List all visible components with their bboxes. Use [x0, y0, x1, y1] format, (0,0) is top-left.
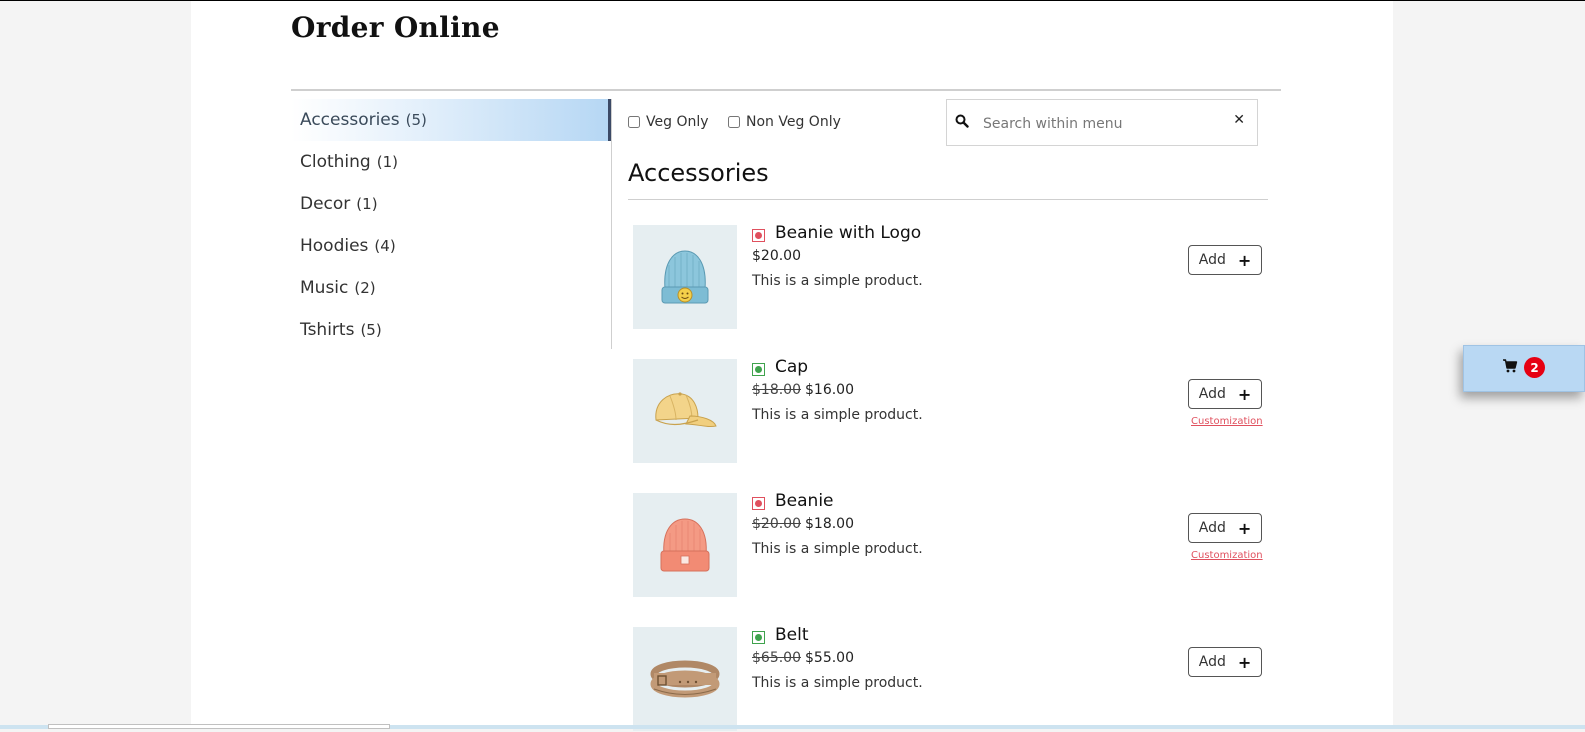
product-item: Cap $18.00 $16.00 This is a simple produc… — [633, 357, 1263, 464]
product-price: $65.00 $55.00 — [752, 650, 854, 666]
product-image[interactable] — [633, 493, 737, 597]
product-price: $18.00 $16.00 — [752, 382, 854, 398]
section-title: Accessories — [628, 159, 769, 187]
non-veg-only-checkbox[interactable] — [728, 116, 740, 128]
original-price: $20.00 — [752, 516, 801, 532]
veg-only-checkbox[interactable] — [628, 116, 640, 128]
plus-icon: + — [1237, 652, 1252, 672]
cap-image — [655, 392, 717, 428]
floating-cart-button[interactable]: 2 — [1463, 345, 1585, 392]
category-label: Accessories — [300, 110, 400, 130]
search-icon — [955, 113, 969, 132]
original-price: $18.00 — [752, 382, 801, 398]
sidebar-item-clothing[interactable]: Clothing (1) — [291, 141, 611, 183]
plus-icon: + — [1237, 518, 1252, 538]
non-veg-indicator-icon — [752, 497, 765, 510]
product-name: Beanie — [775, 491, 834, 511]
product-item: Beanie with Logo $20.00 This is a simple… — [633, 223, 1263, 330]
non-veg-only-filter[interactable]: Non Veg Only — [728, 114, 841, 130]
current-price: $18.00 — [805, 516, 854, 532]
close-icon[interactable]: ✕ — [1233, 112, 1245, 128]
cart-count-badge: 2 — [1524, 357, 1545, 378]
product-image[interactable] — [633, 359, 737, 463]
veg-only-label: Veg Only — [646, 114, 709, 130]
search-input[interactable] — [981, 112, 1225, 136]
current-price: $55.00 — [805, 650, 854, 666]
add-button[interactable]: Add + — [1188, 245, 1262, 275]
category-sidebar: Accessories (5) Clothing (1) Decor (1) Hood… — [291, 99, 612, 349]
product-description: This is a simple product. — [752, 675, 923, 691]
product-description: This is a simple product. — [752, 407, 923, 423]
category-count: (4) — [374, 237, 396, 255]
category-label: Tshirts — [300, 320, 355, 340]
product-description: This is a simple product. — [752, 541, 923, 557]
add-label: Add — [1198, 252, 1226, 268]
beanie-image — [661, 250, 709, 304]
page-title: Order Online — [291, 11, 500, 44]
category-count: (1) — [376, 153, 398, 171]
header-divider — [291, 89, 1281, 91]
veg-only-filter[interactable]: Veg Only — [628, 114, 709, 130]
product-item: Beanie $20.00 $18.00 This is a simple pro… — [633, 491, 1263, 598]
plus-icon: + — [1237, 250, 1252, 270]
product-image[interactable] — [633, 627, 737, 731]
search-box: ✕ — [946, 99, 1258, 146]
veg-indicator-icon — [752, 631, 765, 644]
product-name: Belt — [775, 625, 809, 645]
sidebar-item-tshirts[interactable]: Tshirts (5) — [291, 309, 611, 351]
category-label: Music — [300, 278, 349, 298]
veg-indicator-icon — [752, 363, 765, 376]
product-description: This is a simple product. — [752, 273, 923, 289]
category-label: Hoodies — [300, 236, 369, 256]
add-label: Add — [1198, 520, 1226, 536]
cart-icon — [1502, 358, 1518, 378]
category-count: (2) — [354, 279, 376, 297]
category-count: (5) — [360, 321, 382, 339]
product-item: Belt $65.00 $55.00 This is a simple produ… — [633, 625, 1263, 732]
category-count: (1) — [356, 195, 378, 213]
sidebar-item-accessories[interactable]: Accessories (5) — [291, 99, 611, 141]
add-button[interactable]: Add + — [1188, 379, 1262, 409]
current-price: $16.00 — [805, 382, 854, 398]
customization-link[interactable]: Customization — [1191, 550, 1263, 561]
non-veg-only-label: Non Veg Only — [746, 114, 841, 130]
belt-image — [650, 660, 720, 698]
sidebar-item-music[interactable]: Music (2) — [291, 267, 611, 309]
current-price: $20.00 — [752, 248, 801, 264]
category-label: Clothing — [300, 152, 371, 172]
original-price: $65.00 — [752, 650, 801, 666]
add-button[interactable]: Add + — [1188, 647, 1262, 677]
sidebar-item-decor[interactable]: Decor (1) — [291, 183, 611, 225]
page-container: Order Online Accessories (5) Clothing (1) … — [191, 1, 1393, 732]
add-label: Add — [1198, 654, 1226, 670]
category-label: Decor — [300, 194, 351, 214]
product-image[interactable] — [633, 225, 737, 329]
browser-bottom-tab[interactable] — [48, 724, 390, 729]
add-button[interactable]: Add + — [1188, 513, 1262, 543]
product-name: Beanie with Logo — [775, 223, 922, 243]
sidebar-item-hoodies[interactable]: Hoodies (4) — [291, 225, 611, 267]
category-count: (5) — [405, 111, 427, 129]
non-veg-indicator-icon — [752, 229, 765, 242]
beanie-image — [660, 518, 710, 572]
product-price: $20.00 $18.00 — [752, 516, 854, 532]
section-divider — [628, 199, 1268, 200]
add-label: Add — [1198, 386, 1226, 402]
customization-link[interactable]: Customization — [1191, 416, 1263, 427]
product-name: Cap — [775, 357, 809, 377]
plus-icon: + — [1237, 384, 1252, 404]
product-price: $20.00 — [752, 248, 801, 264]
